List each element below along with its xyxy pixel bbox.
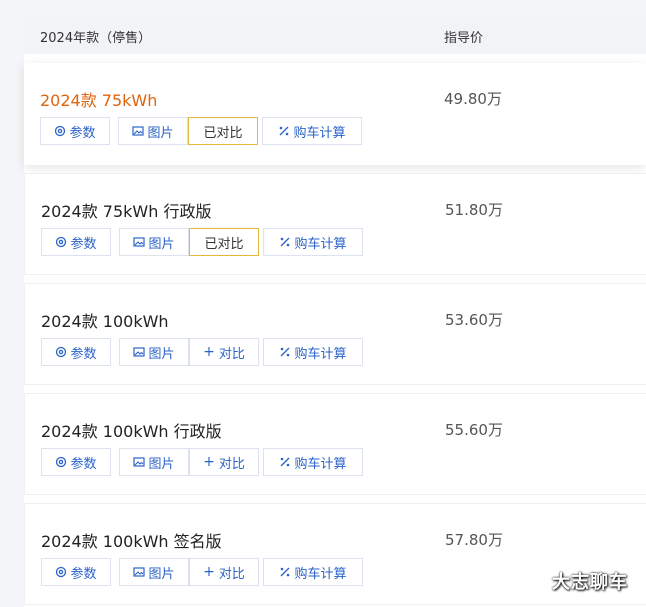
params-label: 参数 bbox=[70, 346, 97, 362]
compare-label: 已对比 bbox=[204, 236, 244, 252]
purchase-calculator-button[interactable]: 购车计算 bbox=[262, 117, 362, 145]
model-price: 49.80万 bbox=[444, 90, 502, 108]
model-name[interactable]: 2024款 75kWh bbox=[40, 87, 157, 111]
calc-label: 购车计算 bbox=[294, 456, 347, 472]
calc-label: 购车计算 bbox=[294, 236, 347, 252]
compare-label: 已对比 bbox=[203, 125, 243, 141]
photos-button[interactable]: 图片 bbox=[118, 117, 188, 145]
image-icon bbox=[133, 456, 146, 468]
photos-button[interactable]: 图片 bbox=[119, 228, 189, 256]
compare-label: 对比 bbox=[218, 456, 245, 472]
plus-icon: + bbox=[203, 564, 215, 580]
plus-icon: + bbox=[203, 454, 215, 470]
watermark: 大志聊车 bbox=[552, 572, 628, 593]
photos-button[interactable]: 图片 bbox=[119, 448, 189, 476]
header-price-column: 指导价 bbox=[444, 31, 484, 46]
params-button[interactable]: 参数 bbox=[41, 338, 111, 366]
gear-icon bbox=[54, 125, 66, 137]
model-name[interactable]: 2024款 100kWh bbox=[41, 308, 169, 332]
model-name[interactable]: 2024款 100kWh 签名版 bbox=[41, 528, 222, 552]
model-price: 51.80万 bbox=[445, 201, 503, 219]
photos-label: 图片 bbox=[147, 125, 174, 141]
calc-label: 购车计算 bbox=[294, 566, 347, 582]
compare-label: 对比 bbox=[218, 346, 245, 362]
model-name[interactable]: 2024款 75kWh 行政版 bbox=[41, 198, 211, 222]
compare-button[interactable]: 已对比 bbox=[188, 117, 258, 145]
photos-label: 图片 bbox=[148, 456, 175, 472]
purchase-calculator-button[interactable]: 购车计算 bbox=[263, 558, 363, 586]
gear-icon bbox=[55, 346, 67, 358]
plus-icon: + bbox=[203, 344, 215, 360]
model-row[interactable]: 2024款 75kWh 49.80万 参数 图片 已对比 购车计算 bbox=[24, 63, 646, 165]
percent-icon bbox=[279, 456, 291, 468]
compare-button[interactable]: + 对比 bbox=[189, 558, 259, 586]
model-row[interactable]: 2024款 100kWh 行政版 55.60万 参数 图片 + 对比 购车计算 bbox=[24, 393, 646, 495]
params-button[interactable]: 参数 bbox=[41, 448, 111, 476]
compare-label: 对比 bbox=[218, 566, 245, 582]
percent-icon bbox=[278, 125, 290, 137]
params-label: 参数 bbox=[70, 566, 97, 582]
params-button[interactable]: 参数 bbox=[40, 117, 110, 145]
model-row[interactable]: 2024款 100kWh 53.60万 参数 图片 + 对比 购车计算 bbox=[24, 283, 646, 385]
model-name[interactable]: 2024款 100kWh 行政版 bbox=[41, 418, 222, 442]
table-header: 2024年款（停售） 指导价 bbox=[24, 16, 646, 54]
calc-label: 购车计算 bbox=[293, 125, 346, 141]
model-row[interactable]: 2024款 75kWh 行政版 51.80万 参数 图片 已对比 购车计算 bbox=[24, 173, 646, 275]
model-price: 53.60万 bbox=[445, 311, 503, 329]
purchase-calculator-button[interactable]: 购车计算 bbox=[263, 338, 363, 366]
gear-icon bbox=[55, 566, 67, 578]
header-model-column: 2024年款（停售） bbox=[40, 31, 152, 46]
image-icon bbox=[133, 346, 146, 358]
image-icon bbox=[133, 566, 146, 578]
calc-label: 购车计算 bbox=[294, 346, 347, 362]
params-label: 参数 bbox=[70, 236, 97, 252]
params-button[interactable]: 参数 bbox=[41, 558, 111, 586]
image-icon bbox=[132, 125, 145, 137]
gear-icon bbox=[55, 456, 67, 468]
model-list-panel: 2024年款（停售） 指导价 2024款 75kWh 49.80万 参数 图片 … bbox=[24, 16, 646, 607]
params-label: 参数 bbox=[69, 125, 96, 141]
photos-button[interactable]: 图片 bbox=[119, 558, 189, 586]
photos-label: 图片 bbox=[148, 346, 175, 362]
model-price: 57.80万 bbox=[445, 531, 503, 549]
gear-icon bbox=[55, 236, 67, 248]
purchase-calculator-button[interactable]: 购车计算 bbox=[263, 448, 363, 476]
purchase-calculator-button[interactable]: 购车计算 bbox=[263, 228, 363, 256]
params-label: 参数 bbox=[70, 456, 97, 472]
photos-label: 图片 bbox=[148, 566, 175, 582]
photos-label: 图片 bbox=[148, 236, 175, 252]
percent-icon bbox=[279, 346, 291, 358]
model-price: 55.60万 bbox=[445, 421, 503, 439]
image-icon bbox=[133, 236, 146, 248]
compare-button[interactable]: + 对比 bbox=[189, 448, 259, 476]
compare-button[interactable]: 已对比 bbox=[189, 228, 259, 256]
photos-button[interactable]: 图片 bbox=[119, 338, 189, 366]
compare-button[interactable]: + 对比 bbox=[189, 338, 259, 366]
params-button[interactable]: 参数 bbox=[41, 228, 111, 256]
percent-icon bbox=[279, 566, 291, 578]
percent-icon bbox=[279, 236, 291, 248]
